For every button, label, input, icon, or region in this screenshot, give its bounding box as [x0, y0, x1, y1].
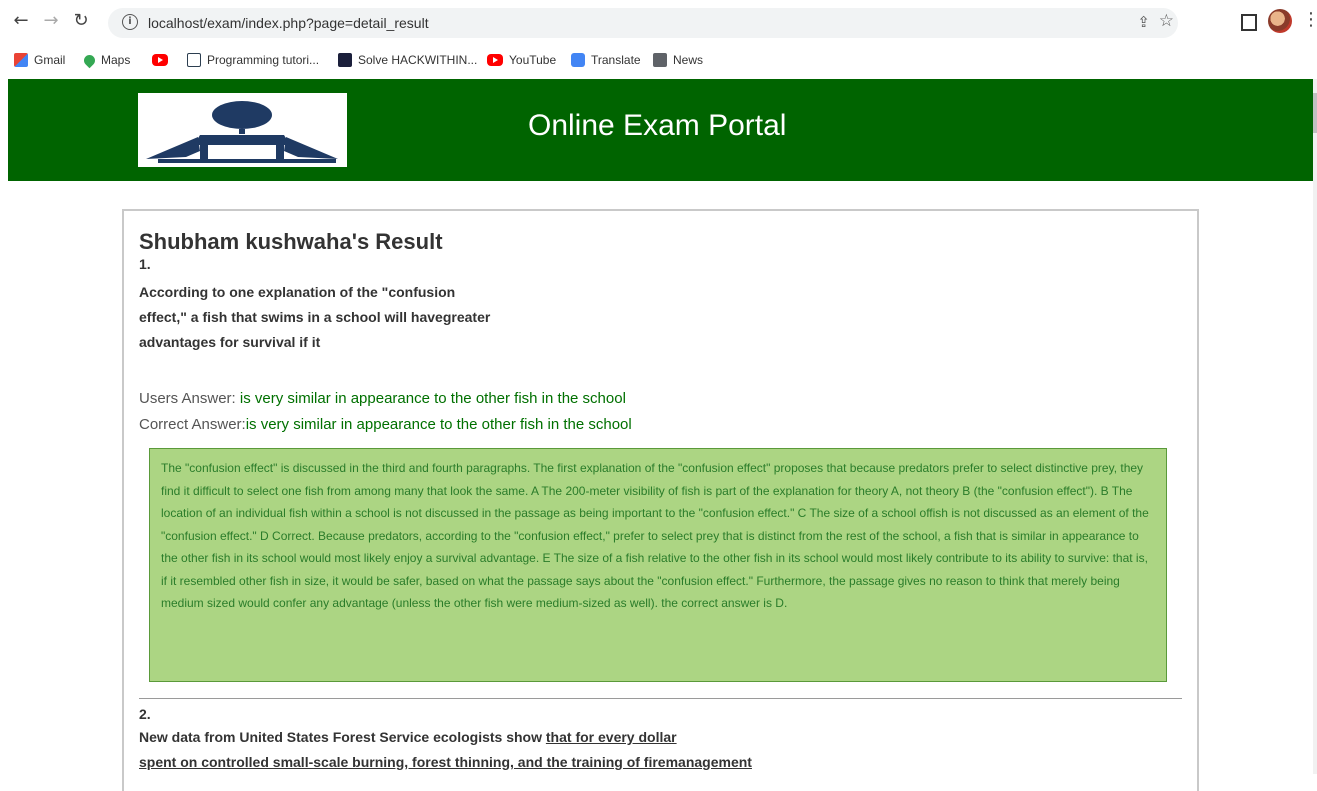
menu-dots-icon[interactable]: ⋮: [1302, 9, 1317, 30]
address-bar[interactable]: i localhost/exam/index.php?page=detail_r…: [108, 8, 1178, 38]
bookmark-label: YouTube: [509, 53, 557, 67]
bookmark-news[interactable]: News: [653, 51, 703, 69]
correct-answer-label: Correct Answer:: [139, 416, 246, 433]
correct-answer-value: is very similar in appearance to the oth…: [245, 416, 632, 433]
back-arrow-icon[interactable]: ←: [10, 10, 32, 32]
site-header: Online Exam Portal: [8, 79, 1313, 181]
question-text-underlined: spent on controlled small-scale burning,…: [139, 754, 752, 770]
bookmark-translate[interactable]: Translate: [571, 51, 641, 69]
maps-icon: [81, 52, 98, 68]
scrollbar-thumb[interactable]: [1313, 93, 1317, 133]
question-line: New data from United States Forest Servi…: [139, 725, 1139, 750]
bookmark-label: Gmail: [34, 53, 66, 67]
correct-answer-row: Correct Answer:is very similar in appear…: [139, 416, 632, 433]
question-text-plain: New data from United States Forest Servi…: [139, 729, 546, 745]
result-panel: Shubham kushwaha's Result 1. According t…: [122, 209, 1199, 791]
question-number: 1.: [139, 256, 151, 272]
forward-arrow-icon[interactable]: →: [40, 10, 62, 32]
site-info-icon[interactable]: i: [122, 14, 138, 30]
user-answer-value: is very similar in appearance to the oth…: [239, 390, 626, 407]
url-text[interactable]: localhost/exam/index.php?page=detail_res…: [148, 15, 429, 31]
question-line: effect," a fish that swims in a school w…: [139, 309, 491, 325]
bookmark-hackwithinfy[interactable]: Solve HACKWITHIN...: [338, 51, 477, 69]
browser-toolbar: ← → ↻ i localhost/exam/index.php?page=de…: [0, 0, 1317, 46]
explanation-box: The "confusion effect" is discussed in t…: [149, 448, 1167, 682]
question-text-underlined: that for every dollar: [545, 729, 677, 745]
youtube-icon: [487, 54, 503, 66]
bookmark-youtube-icon-only[interactable]: [152, 51, 174, 69]
exam-logo-icon: [146, 101, 338, 163]
bookmark-label: Solve HACKWITHIN...: [358, 53, 478, 67]
bookmark-label: Maps: [101, 53, 131, 67]
page-content: Online Exam Portal Shubham kushwaha's Re…: [8, 79, 1313, 791]
question-number: 2.: [139, 706, 151, 722]
news-icon: [653, 53, 667, 67]
question-line: According to one explanation of the "con…: [139, 284, 456, 300]
bookmark-gmail[interactable]: Gmail: [14, 51, 65, 69]
translate-icon: [571, 53, 585, 67]
site-title: Online Exam Portal: [528, 109, 787, 142]
reload-icon[interactable]: ↻: [70, 10, 92, 32]
question-text: New data from United States Forest Servi…: [139, 725, 1139, 775]
question-line: advantages for survival if it: [139, 334, 321, 350]
bookmark-label: Programming tutori...: [207, 53, 320, 67]
result-title: Shubham kushwaha's Result: [139, 229, 443, 254]
page-scrollbar[interactable]: [1313, 79, 1317, 774]
tutorial-icon: [187, 53, 201, 67]
user-answer-row: Users Answer: is very similar in appeara…: [139, 390, 626, 407]
user-answer-label: Users Answer:: [139, 390, 240, 407]
bookmark-maps[interactable]: Maps: [81, 51, 131, 69]
bookmark-programming-tutorials[interactable]: Programming tutori...: [187, 51, 319, 69]
bookmark-youtube[interactable]: YouTube: [487, 51, 556, 69]
bookmark-label: Translate: [591, 53, 641, 67]
gmail-icon: [14, 53, 28, 67]
share-icon[interactable]: ⇪: [1137, 13, 1150, 31]
question-text: According to one explanation of the "con…: [139, 280, 739, 355]
youtube-icon: [152, 54, 168, 66]
side-panel-icon[interactable]: [1241, 14, 1257, 31]
site-logo: [138, 93, 347, 167]
bookmark-label: News: [673, 53, 704, 67]
hackerrank-icon: [338, 53, 352, 67]
bookmarks-bar: Gmail Maps Programming tutori... Solve H…: [0, 46, 1317, 74]
profile-avatar[interactable]: [1268, 9, 1292, 33]
bookmark-star-icon[interactable]: ☆: [1159, 11, 1174, 31]
question-divider: [139, 698, 1182, 699]
